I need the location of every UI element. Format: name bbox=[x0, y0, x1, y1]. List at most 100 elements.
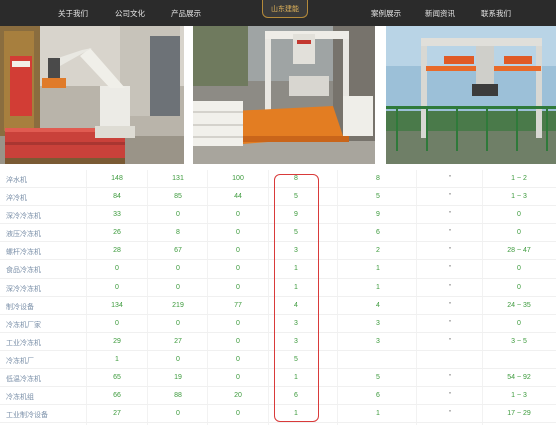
site-logo[interactable]: 山东建能 bbox=[262, 0, 308, 18]
top-nav-bar: 关于我们 公司文化 产品展示 山东建能 案例展示 新闻资讯 联系我们 bbox=[0, 0, 556, 26]
value-cell: 0 bbox=[115, 265, 119, 273]
value-cell: 0 bbox=[236, 410, 240, 418]
value-cell: 0 bbox=[236, 374, 240, 382]
value-cell: 134 bbox=[111, 301, 123, 309]
value-cell: 148 bbox=[111, 175, 123, 182]
value-cell: " bbox=[448, 193, 452, 201]
value-cell: 0 bbox=[236, 319, 240, 327]
logo-text: 山东建能 bbox=[271, 6, 299, 13]
value-cell: 0 bbox=[236, 283, 240, 291]
value-cell: 5 bbox=[376, 374, 380, 382]
value-cell: " bbox=[448, 337, 452, 345]
value-cell: " bbox=[448, 211, 452, 219]
value-cell: 0 bbox=[517, 229, 521, 237]
value-cell: 28 bbox=[113, 247, 121, 255]
value-cell: " bbox=[448, 410, 452, 418]
value-cell: 20 bbox=[234, 392, 242, 400]
keyword-cell[interactable]: 制冷设备 bbox=[6, 302, 34, 312]
value-cell: 3 bbox=[376, 319, 380, 327]
value-cell: 88 bbox=[174, 392, 182, 400]
keyword-cell[interactable]: 低温冷冻机 bbox=[6, 374, 41, 384]
value-cell: 0 bbox=[176, 283, 180, 291]
keyword-cell[interactable]: 冷冻机厂 bbox=[6, 356, 34, 366]
value-cell: 28 ~ 47 bbox=[507, 247, 531, 255]
value-cell: 19 bbox=[174, 374, 182, 382]
value-cell: 6 bbox=[376, 392, 380, 400]
gantry-bagging-photo bbox=[193, 26, 375, 164]
value-cell: 2 bbox=[376, 247, 380, 255]
value-cell: 3 bbox=[376, 337, 380, 345]
value-cell: 9 bbox=[376, 211, 380, 219]
robot-palletizer-photo bbox=[0, 26, 184, 164]
keyword-cell[interactable]: 淬水机 bbox=[6, 175, 27, 185]
keyword-cell[interactable]: 淬冷机 bbox=[6, 193, 27, 203]
value-cell: 65 bbox=[113, 374, 121, 382]
value-cell: 100 bbox=[232, 175, 244, 182]
value-cell: 27 bbox=[113, 410, 121, 418]
value-cell: 0 bbox=[176, 410, 180, 418]
value-cell: 0 bbox=[236, 211, 240, 219]
keyword-cell[interactable]: 深冷冷冻机 bbox=[6, 284, 41, 294]
value-cell: 0 bbox=[176, 265, 180, 273]
value-cell: 0 bbox=[236, 337, 240, 345]
value-cell: 0 bbox=[115, 319, 119, 327]
value-cell: 1 bbox=[376, 410, 380, 418]
value-cell: 8 bbox=[176, 229, 180, 237]
value-cell: " bbox=[448, 283, 452, 291]
keyword-cell[interactable]: 食品冷冻机 bbox=[6, 265, 41, 275]
keyword-cell[interactable]: 冷冻机组 bbox=[6, 392, 34, 402]
value-cell: 0 bbox=[176, 355, 180, 363]
value-cell: 84 bbox=[113, 193, 121, 201]
value-cell: 17 ~ 29 bbox=[507, 410, 531, 418]
value-cell: 131 bbox=[172, 175, 184, 182]
keyword-cell[interactable]: 工业冷冻机 bbox=[6, 338, 41, 348]
value-cell: 1 ~ 3 bbox=[511, 392, 527, 400]
keyword-cell[interactable]: 螺杆冷冻机 bbox=[6, 247, 41, 257]
value-cell: 1 bbox=[115, 355, 119, 363]
keyword-cell[interactable]: 液压冷冻机 bbox=[6, 229, 41, 239]
value-cell: 1 bbox=[376, 283, 380, 291]
nav-item-about[interactable]: 关于我们 bbox=[58, 8, 88, 19]
outdoor-gantry-photo bbox=[386, 26, 556, 164]
value-cell: 0 bbox=[236, 355, 240, 363]
value-cell: 44 bbox=[234, 193, 242, 201]
value-cell: 67 bbox=[174, 247, 182, 255]
value-cell: 219 bbox=[172, 301, 184, 309]
value-cell: 0 bbox=[236, 229, 240, 237]
value-cell: " bbox=[448, 247, 452, 255]
value-cell: 6 bbox=[376, 229, 380, 237]
nav-item-news[interactable]: 新闻资讯 bbox=[425, 8, 455, 19]
value-cell: 0 bbox=[176, 319, 180, 327]
value-cell: 1 ~ 2 bbox=[511, 175, 527, 182]
highlight-box bbox=[274, 174, 319, 422]
value-cell: " bbox=[448, 301, 452, 309]
value-cell: 26 bbox=[113, 229, 121, 237]
value-cell: " bbox=[448, 392, 452, 400]
value-cell: 1 ~ 3 bbox=[511, 193, 527, 201]
nav-item-cases[interactable]: 案例展示 bbox=[371, 8, 401, 19]
value-cell: 0 bbox=[517, 283, 521, 291]
value-cell: " bbox=[448, 175, 452, 182]
value-cell: 0 bbox=[176, 211, 180, 219]
value-cell: 29 bbox=[113, 337, 121, 345]
photo-strip bbox=[0, 26, 556, 164]
value-cell: " bbox=[448, 319, 452, 327]
nav-item-culture[interactable]: 公司文化 bbox=[115, 8, 145, 19]
nav-item-products[interactable]: 产品展示 bbox=[171, 8, 201, 19]
value-cell: 0 bbox=[517, 265, 521, 273]
value-cell: 1 bbox=[376, 265, 380, 273]
keyword-cell[interactable]: 冷冻机厂家 bbox=[6, 320, 41, 330]
value-cell: 8 bbox=[376, 175, 380, 182]
keyword-cell[interactable]: 工业制冷设备 bbox=[6, 410, 48, 420]
value-cell: 3 ~ 5 bbox=[511, 337, 527, 345]
value-cell: 0 bbox=[115, 283, 119, 291]
value-cell: 0 bbox=[517, 319, 521, 327]
nav-item-contact[interactable]: 联系我们 bbox=[481, 8, 511, 19]
value-cell: 54 ~ 92 bbox=[507, 374, 531, 382]
value-cell: 24 ~ 35 bbox=[507, 301, 531, 309]
value-cell: 0 bbox=[517, 211, 521, 219]
value-cell: " bbox=[448, 374, 452, 382]
value-cell: " bbox=[448, 265, 452, 273]
keyword-cell[interactable]: 深冷冷冻机 bbox=[6, 211, 41, 221]
value-cell: 85 bbox=[174, 193, 182, 201]
